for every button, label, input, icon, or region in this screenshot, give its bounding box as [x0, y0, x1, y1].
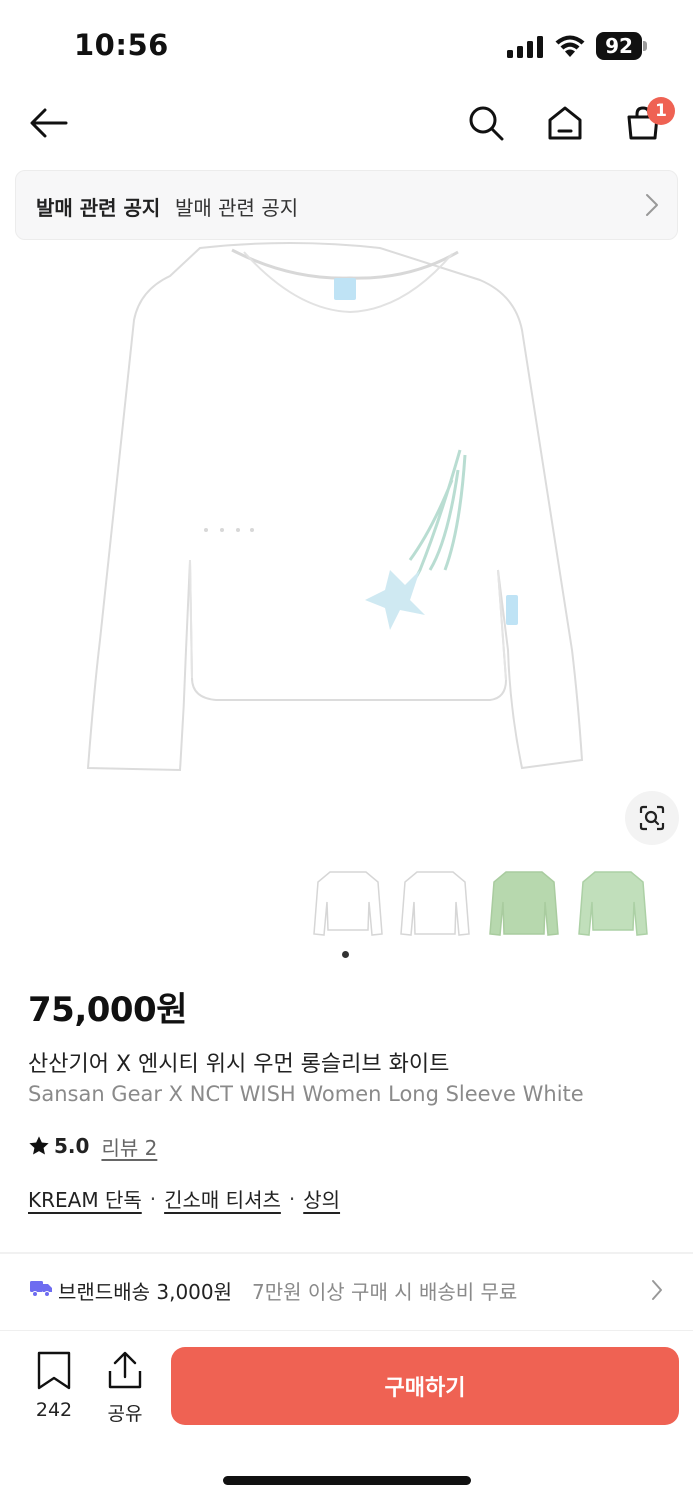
product-name-korean: 산산기어 X 엔시티 위시 우먼 롱슬리브 화이트 [28, 1052, 450, 1077]
status-bar: 10:56 92 [0, 0, 693, 90]
buy-button[interactable]: 구매하기 [171, 1347, 679, 1425]
carousel-page-indicator [342, 951, 349, 958]
cart-count-badge: 1 [647, 97, 675, 125]
chevron-right-icon [646, 194, 658, 216]
search-icon [469, 106, 504, 141]
tag-tops[interactable]: 상의 [303, 1184, 340, 1213]
share-icon [108, 1351, 142, 1389]
cellular-signal-icon [507, 36, 543, 58]
tag-kream-exclusive[interactable]: KREAM 단독 [28, 1184, 142, 1213]
bookmark-button[interactable]: 242 [28, 1351, 80, 1421]
category-tags: KREAM 단독 · 긴소매 티셔츠 · 상의 [28, 1184, 340, 1213]
battery-indicator: 92 [596, 32, 648, 60]
rating-row: 5.0 리뷰 2 [28, 1131, 157, 1161]
notice-title: 발매 관련 공지 [36, 196, 161, 220]
share-label: 공유 [107, 1403, 143, 1425]
back-button[interactable] [24, 98, 74, 148]
back-arrow-icon [30, 108, 68, 138]
product-image[interactable] [60, 240, 640, 800]
battery-tip [643, 41, 647, 51]
star-icon [29, 1136, 49, 1155]
bottom-action-bar: 242 공유 구매하기 [0, 1331, 693, 1441]
bookmark-count: 242 [35, 1399, 73, 1421]
notice-text: 발매 관련 공지 [175, 196, 299, 220]
section-divider [0, 1252, 693, 1254]
home-indicator [223, 1476, 471, 1485]
tag-separator: · [288, 1186, 296, 1211]
truck-icon [30, 1281, 52, 1297]
shipping-fee: 브랜드배송 3,000원 [58, 1280, 233, 1304]
thumbnail-4[interactable] [577, 862, 649, 946]
lens-search-icon [639, 805, 665, 831]
home-icon [548, 106, 582, 140]
rating-value: 5.0 [54, 1134, 90, 1158]
release-notice-banner[interactable]: 발매 관련 공지 발매 관련 공지 [15, 170, 678, 240]
status-time: 10:56 [74, 28, 169, 62]
free-shipping-note: 7만원 이상 구매 시 배송비 무료 [252, 1280, 518, 1304]
thumbnail-1[interactable] [312, 862, 384, 946]
thumbnail-3[interactable] [488, 862, 560, 946]
bookmark-icon [37, 1351, 71, 1390]
product-price: 75,000원 [28, 990, 187, 1030]
search-button[interactable] [461, 98, 511, 148]
home-button[interactable] [540, 98, 590, 148]
share-button[interactable]: 공유 [100, 1351, 150, 1425]
top-nav [0, 90, 693, 160]
battery-level: 92 [596, 32, 642, 60]
tag-long-sleeve-tee[interactable]: 긴소매 티셔츠 [164, 1184, 281, 1213]
wifi-icon [555, 35, 585, 57]
review-link[interactable]: 리뷰 2 [101, 1132, 157, 1161]
product-name-english: Sansan Gear X NCT WISH Women Long Sleeve… [28, 1082, 584, 1106]
image-search-button[interactable] [625, 791, 679, 845]
tag-separator: · [149, 1186, 157, 1211]
thumbnail-2[interactable] [399, 862, 471, 946]
shipping-info-row[interactable]: 브랜드배송 3,000원 7만원 이상 구매 시 배송비 무료 [0, 1256, 693, 1326]
chevron-right-icon [652, 1280, 662, 1300]
